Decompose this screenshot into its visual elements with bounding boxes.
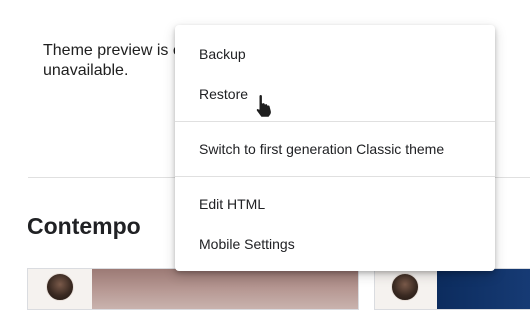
theme-preview-line-1: Theme preview is c: [43, 42, 181, 59]
menu-divider: [175, 176, 495, 177]
theme-options-menu: Backup Restore Switch to first generatio…: [175, 25, 495, 271]
menu-item-edit-html[interactable]: Edit HTML: [175, 186, 495, 222]
menu-item-restore[interactable]: Restore: [175, 76, 495, 112]
theme-preview-message: Theme preview is c unavailable.: [43, 41, 183, 81]
hand-pointer-icon: [255, 94, 272, 118]
theme-section-title: Contempo: [27, 213, 141, 239]
menu-divider: [175, 121, 495, 122]
menu-item-backup[interactable]: Backup: [175, 36, 495, 72]
menu-item-switch-classic-theme[interactable]: Switch to first generation Classic theme: [175, 131, 495, 167]
theme-card-banner-image: [92, 269, 358, 309]
theme-card-contempo-1[interactable]: [27, 268, 359, 310]
theme-card-avatar: [391, 273, 419, 301]
theme-card-avatar: [46, 273, 74, 301]
theme-card-contempo-2[interactable]: [374, 268, 530, 310]
theme-preview-line-2: unavailable.: [43, 62, 129, 79]
theme-card-banner-image: [437, 269, 530, 309]
menu-item-mobile-settings[interactable]: Mobile Settings: [175, 226, 495, 262]
